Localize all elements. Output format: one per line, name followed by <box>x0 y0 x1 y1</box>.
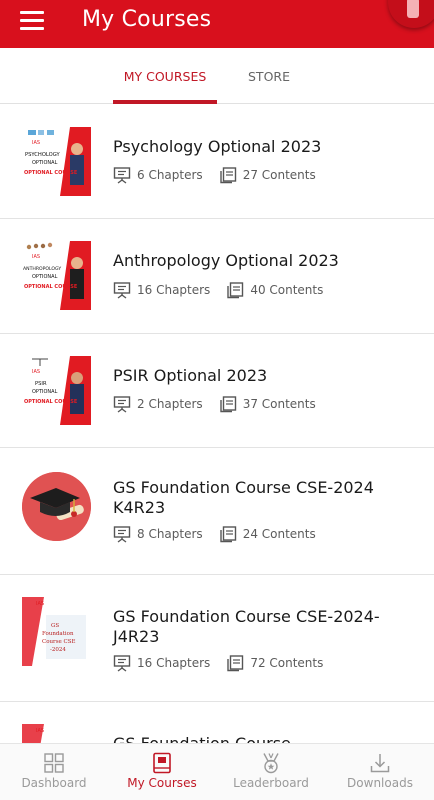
thumb-line: ANTHROPOLOGY <box>23 266 61 272</box>
thumb-line: OPTIONAL <box>32 160 58 166</box>
chapters-count: 16 Chapters <box>137 656 211 670</box>
thumb-line: GS <box>51 623 59 629</box>
course-item-anthropology[interactable]: IAS ANTHROPOLOGY OPTIONAL OPTIONAL COURS… <box>0 219 434 334</box>
course-title: PSIR Optional 2023 <box>113 366 268 385</box>
tab-bar: MY COURSES STORE <box>0 48 434 104</box>
nav-dashboard[interactable]: Dashboard <box>0 744 108 800</box>
contents-count: 72 Contents <box>250 656 324 670</box>
profile-button[interactable] <box>388 0 434 28</box>
presentation-board-icon <box>113 396 131 413</box>
chapters-count: 8 Chapters <box>137 527 203 541</box>
course-item-gs-foundation-k4r23[interactable]: GS Foundation Course CSE-2024 K4R23 8 Ch… <box>0 448 434 575</box>
brand-label: IAS <box>32 369 40 375</box>
graduation-cap-icon <box>22 472 91 541</box>
thumb-line: OPTIONAL COURSE <box>24 284 78 290</box>
course-thumbnail-art: IAS PSIR OPTIONAL OPTIONAL COURSE <box>22 356 91 425</box>
contents-stack-icon <box>219 396 236 413</box>
thumb-line: PSYCHOLOGY <box>25 152 60 158</box>
course-title: Anthropology Optional 2023 <box>113 251 339 270</box>
presentation-board-icon <box>113 526 131 543</box>
thumb-line: -2024 <box>50 647 66 653</box>
nav-leaderboard[interactable]: Leaderboard <box>217 744 325 800</box>
course-thumbnail: IAS <box>22 724 91 743</box>
thumb-line: PSIR <box>35 381 47 387</box>
course-thumbnail: IAS GS Foundation Course CSE -2024 <box>22 597 91 666</box>
course-thumbnail: IAS ANTHROPOLOGY OPTIONAL OPTIONAL COURS… <box>22 241 91 310</box>
thumb-line: OPTIONAL COURSE <box>24 170 78 176</box>
course-thumbnail-art: IAS PSYCHOLOGY OPTIONAL OPTIONAL COURSE <box>22 127 91 196</box>
course-item-gs-foundation[interactable]: IAS GS Foundation Course <box>0 702 434 743</box>
thumb-line: OPTIONAL <box>32 274 58 280</box>
course-title: GS Foundation Course CSE-2024 K4R23 <box>113 478 374 517</box>
presentation-board-icon <box>113 167 131 184</box>
contents-stack-icon <box>227 282 244 299</box>
course-thumbnail: IAS PSIR OPTIONAL OPTIONAL COURSE <box>22 356 91 425</box>
thumb-line: OPTIONAL COURSE <box>24 399 78 405</box>
brand-label: IAS <box>36 601 44 607</box>
book-icon <box>153 752 171 774</box>
contents-count: 37 Contents <box>242 397 316 411</box>
nav-label: My Courses <box>127 776 197 790</box>
tab-store[interactable]: STORE <box>236 48 302 104</box>
brand-label: IAS <box>32 254 40 260</box>
course-title: GS Foundation Course <box>113 734 413 743</box>
tab-my-courses[interactable]: MY COURSES <box>113 48 217 104</box>
nav-label: Leaderboard <box>233 776 309 790</box>
course-item-psir[interactable]: IAS PSIR OPTIONAL OPTIONAL COURSE PSIR O… <box>0 334 434 448</box>
page-title: My Courses <box>82 7 212 32</box>
course-title: GS Foundation Course CSE-2024-J4R23 <box>113 607 380 646</box>
brand-label: IAS <box>36 728 44 734</box>
contents-stack-icon <box>219 167 236 184</box>
course-thumbnail-art: IAS GS Foundation Course CSE -2024 <box>22 597 91 666</box>
course-item-psychology[interactable]: IAS PSYCHOLOGY OPTIONAL OPTIONAL COURSE … <box>0 105 434 219</box>
medal-icon <box>263 753 279 774</box>
course-thumbnail <box>22 472 91 541</box>
bottom-navigation: Dashboard My Courses Leaderboard Downloa… <box>0 743 434 800</box>
presentation-board-icon <box>113 655 131 672</box>
thumb-line: OPTIONAL <box>32 389 58 395</box>
download-icon <box>370 754 390 773</box>
app-bar: My Courses <box>0 0 434 48</box>
course-meta: 16 Chapters 40 Contents <box>113 280 323 300</box>
course-list[interactable]: IAS PSYCHOLOGY OPTIONAL OPTIONAL COURSE … <box>0 105 434 743</box>
brand-label: IAS <box>32 140 40 146</box>
contents-count: 40 Contents <box>250 283 324 297</box>
chapters-count: 2 Chapters <box>137 397 203 411</box>
course-meta: 6 Chapters 27 Contents <box>113 165 316 185</box>
dashboard-grid-icon <box>44 753 64 773</box>
course-thumbnail: IAS PSYCHOLOGY OPTIONAL OPTIONAL COURSE <box>22 127 91 196</box>
contents-count: 27 Contents <box>242 168 316 182</box>
nav-label: Downloads <box>347 776 413 790</box>
course-item-gs-foundation-j4r23[interactable]: IAS GS Foundation Course CSE -2024 GS Fo… <box>0 575 434 702</box>
contents-stack-icon <box>219 526 236 543</box>
contents-count: 24 Contents <box>242 527 316 541</box>
course-title: Psychology Optional 2023 <box>113 137 322 156</box>
course-meta: 8 Chapters 24 Contents <box>113 524 316 544</box>
thumb-line: Foundation <box>42 631 74 637</box>
hamburger-menu-icon[interactable] <box>20 11 44 31</box>
thumb-line: Course CSE <box>42 639 76 645</box>
chapters-count: 6 Chapters <box>137 168 203 182</box>
contents-stack-icon <box>227 655 244 672</box>
course-thumbnail-art: IAS <box>22 724 91 743</box>
course-thumbnail-art: IAS ANTHROPOLOGY OPTIONAL OPTIONAL COURS… <box>22 241 91 310</box>
nav-my-courses[interactable]: My Courses <box>108 744 216 800</box>
nav-downloads[interactable]: Downloads <box>326 744 434 800</box>
presentation-board-icon <box>113 282 131 299</box>
nav-label: Dashboard <box>21 776 87 790</box>
chapters-count: 16 Chapters <box>137 283 211 297</box>
course-meta: 2 Chapters 37 Contents <box>113 394 316 414</box>
profile-icon <box>407 0 419 18</box>
course-meta: 16 Chapters 72 Contents <box>113 653 323 673</box>
